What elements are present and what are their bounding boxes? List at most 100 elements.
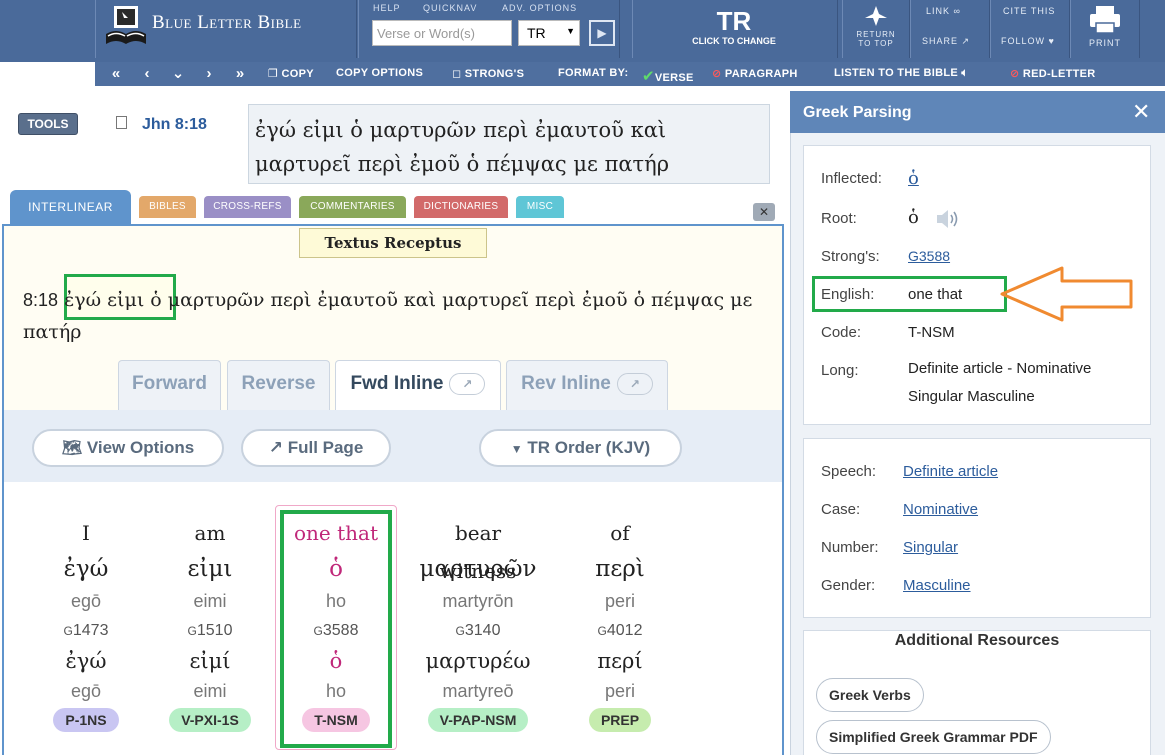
word-english: am	[194, 521, 226, 545]
word-column-selected[interactable]: one that ὁ ho G3588 ὁ ho T-NSM	[277, 514, 395, 732]
version-select[interactable]: TR ▼	[518, 20, 580, 46]
return-top-icon[interactable]	[863, 4, 889, 30]
word-strongs[interactable]: G4012	[561, 616, 679, 646]
copy-button[interactable]: ❐ COPY	[268, 67, 314, 80]
number-value[interactable]: Singular	[903, 539, 958, 556]
chevron-down-icon: ▼	[510, 442, 523, 456]
cite-button[interactable]: CITE THIS	[1003, 6, 1055, 16]
next-verse-icon[interactable]: ›	[197, 64, 221, 84]
link-button[interactable]: LINK ∞	[926, 6, 961, 16]
long-label: Long:	[821, 362, 859, 379]
full-page-button[interactable]: ↗ Full Page	[241, 429, 391, 467]
parse-code-badge[interactable]: V-PAP-NSM	[427, 708, 529, 732]
word-column[interactable]: am εἰμι eimi G1510 εἰμί eimi V-PXI-1S	[151, 514, 269, 732]
version-change-label[interactable]: CLICK TO CHANGE	[674, 36, 794, 46]
inflected-value[interactable]: ὁ	[908, 168, 919, 189]
word-strongs[interactable]: G3588	[277, 616, 395, 646]
strongs-toggle[interactable]: ◻ STRONG'S	[452, 67, 524, 80]
adv-options-label[interactable]: ADV. OPTIONS	[502, 3, 577, 13]
speaker-icon[interactable]	[934, 207, 962, 231]
listen-button[interactable]: LISTEN TO THE BIBLE 🔈︎	[834, 67, 968, 80]
tab-bibles[interactable]: BIBLES	[139, 196, 196, 218]
listen-label: LISTEN TO THE BIBLE	[834, 67, 959, 79]
tab-dictionaries[interactable]: DICTIONARIES	[414, 196, 508, 218]
search-input[interactable]: Verse or Word(s)	[372, 20, 512, 46]
word-column[interactable]: I ἐγώ egō G1473 ἐγώ egō P-1NS	[27, 514, 145, 732]
word-greek[interactable]: περὶ	[561, 552, 679, 586]
bible-logo-icon[interactable]	[104, 4, 148, 50]
tab-fwd-inline[interactable]: Fwd Inline ↗	[335, 360, 501, 410]
tab-interlinear[interactable]: INTERLINEAR	[10, 190, 131, 226]
word-column[interactable]: bear witness μαρτυρῶν martyrōn G3140 μαρ…	[419, 514, 537, 732]
version-big-label[interactable]: TR	[688, 6, 780, 37]
order-dropdown[interactable]: ▼ TR Order (KJV)	[479, 429, 682, 467]
quicknav-label[interactable]: QUICKNAV	[423, 3, 477, 13]
strongs-label: STRONG'S	[464, 68, 525, 80]
speech-value[interactable]: Definite article	[903, 463, 998, 480]
word-greek[interactable]: εἰμι	[151, 552, 269, 586]
view-options-button[interactable]: 🗺︎ View Options	[32, 429, 224, 467]
print-label[interactable]: PRINT	[1089, 38, 1121, 48]
first-chapter-icon[interactable]: «	[104, 64, 128, 84]
verse-reference[interactable]: Jhn 8:18	[142, 116, 207, 134]
logo-text[interactable]: Blue Letter Bible	[152, 12, 302, 34]
share-icon[interactable]: ↗	[449, 372, 486, 395]
greek-verbs-button[interactable]: Greek Verbs	[816, 678, 924, 712]
word-strongs[interactable]: G1473	[27, 616, 145, 646]
verse-format-option[interactable]: ✔VERSE	[642, 67, 694, 85]
word-greek[interactable]: ὁ	[277, 552, 395, 586]
print-icon[interactable]	[1088, 5, 1122, 35]
paragraph-format-option[interactable]: ⊘ PARAGRAPH	[712, 67, 798, 80]
case-label: Case:	[821, 501, 861, 518]
return-top-label[interactable]: RETURN TO TOP	[852, 30, 900, 48]
heart-icon: ♥	[1048, 36, 1055, 46]
share-icon: ↗	[268, 438, 283, 457]
map-icon: 🗺︎	[61, 440, 83, 457]
strongs-label: Strong's:	[821, 248, 880, 265]
format-by-label: FORMAT BY:	[558, 67, 629, 79]
tab-reverse[interactable]: Reverse	[227, 360, 330, 410]
word-greek[interactable]: μαρτυρῶν	[419, 552, 537, 586]
close-icon[interactable]: ✕	[753, 203, 775, 221]
copy-verse-icon[interactable]	[116, 116, 127, 129]
help-label[interactable]: HELP	[373, 3, 401, 13]
share-button[interactable]: SHARE ↗	[922, 36, 970, 47]
word-column[interactable]: of περὶ peri G4012 περί peri PREP	[561, 514, 679, 732]
tab-misc[interactable]: MISC	[516, 196, 564, 218]
parse-code-badge[interactable]: P-1NS	[53, 708, 119, 732]
case-value[interactable]: Nominative	[903, 501, 978, 518]
share-icon[interactable]: ↗	[616, 372, 653, 395]
tab-rev-inline[interactable]: Rev Inline ↗	[506, 360, 668, 410]
prev-verse-icon[interactable]: ‹	[135, 64, 159, 84]
collapse-icon[interactable]: ⌄	[166, 64, 190, 84]
parse-code-badge[interactable]: T-NSM	[302, 708, 370, 732]
strongs-number: 4012	[606, 622, 643, 639]
strongs-link[interactable]: G3588	[908, 248, 950, 264]
word-english: bear witness	[439, 521, 517, 583]
word-translit: peri	[604, 591, 635, 611]
strongs-number: 3588	[322, 622, 359, 639]
interlinear-verse-line: 8:18 ἐγώ εἰμι ὁ μαρτυρῶν περὶ ἐμαυτοῦ κα…	[23, 284, 773, 348]
greek-grammar-pdf-button[interactable]: Simplified Greek Grammar PDF	[816, 720, 1051, 754]
full-page-label: Full Page	[287, 438, 364, 457]
verse-number: 8:18	[23, 290, 59, 310]
red-letter-option[interactable]: ⊘ RED-LETTER	[1010, 67, 1096, 80]
follow-button[interactable]: FOLLOW ♥	[1001, 36, 1055, 46]
go-button[interactable]: ▶	[589, 20, 615, 46]
word-strongs[interactable]: G1510	[151, 616, 269, 646]
tab-commentaries[interactable]: COMMENTARIES	[299, 196, 406, 218]
word-lemma: περί	[597, 649, 643, 673]
copy-options-button[interactable]: COPY OPTIONS	[336, 67, 423, 79]
close-icon[interactable]: ✕	[1132, 101, 1150, 123]
tab-cross-refs[interactable]: CROSS-REFS	[204, 196, 291, 218]
tools-button[interactable]: TOOLS	[18, 113, 78, 135]
code-value: T-NSM	[908, 324, 955, 341]
parse-code-badge[interactable]: V-PXI-1S	[169, 708, 251, 732]
parse-code-badge[interactable]: PREP	[588, 708, 652, 732]
last-chapter-icon[interactable]: »	[228, 64, 252, 84]
gender-value[interactable]: Masculine	[903, 577, 971, 594]
root-label: Root:	[821, 210, 857, 227]
word-strongs[interactable]: G3140	[419, 616, 537, 646]
tab-forward[interactable]: Forward	[118, 360, 221, 410]
word-greek[interactable]: ἐγώ	[27, 552, 145, 586]
